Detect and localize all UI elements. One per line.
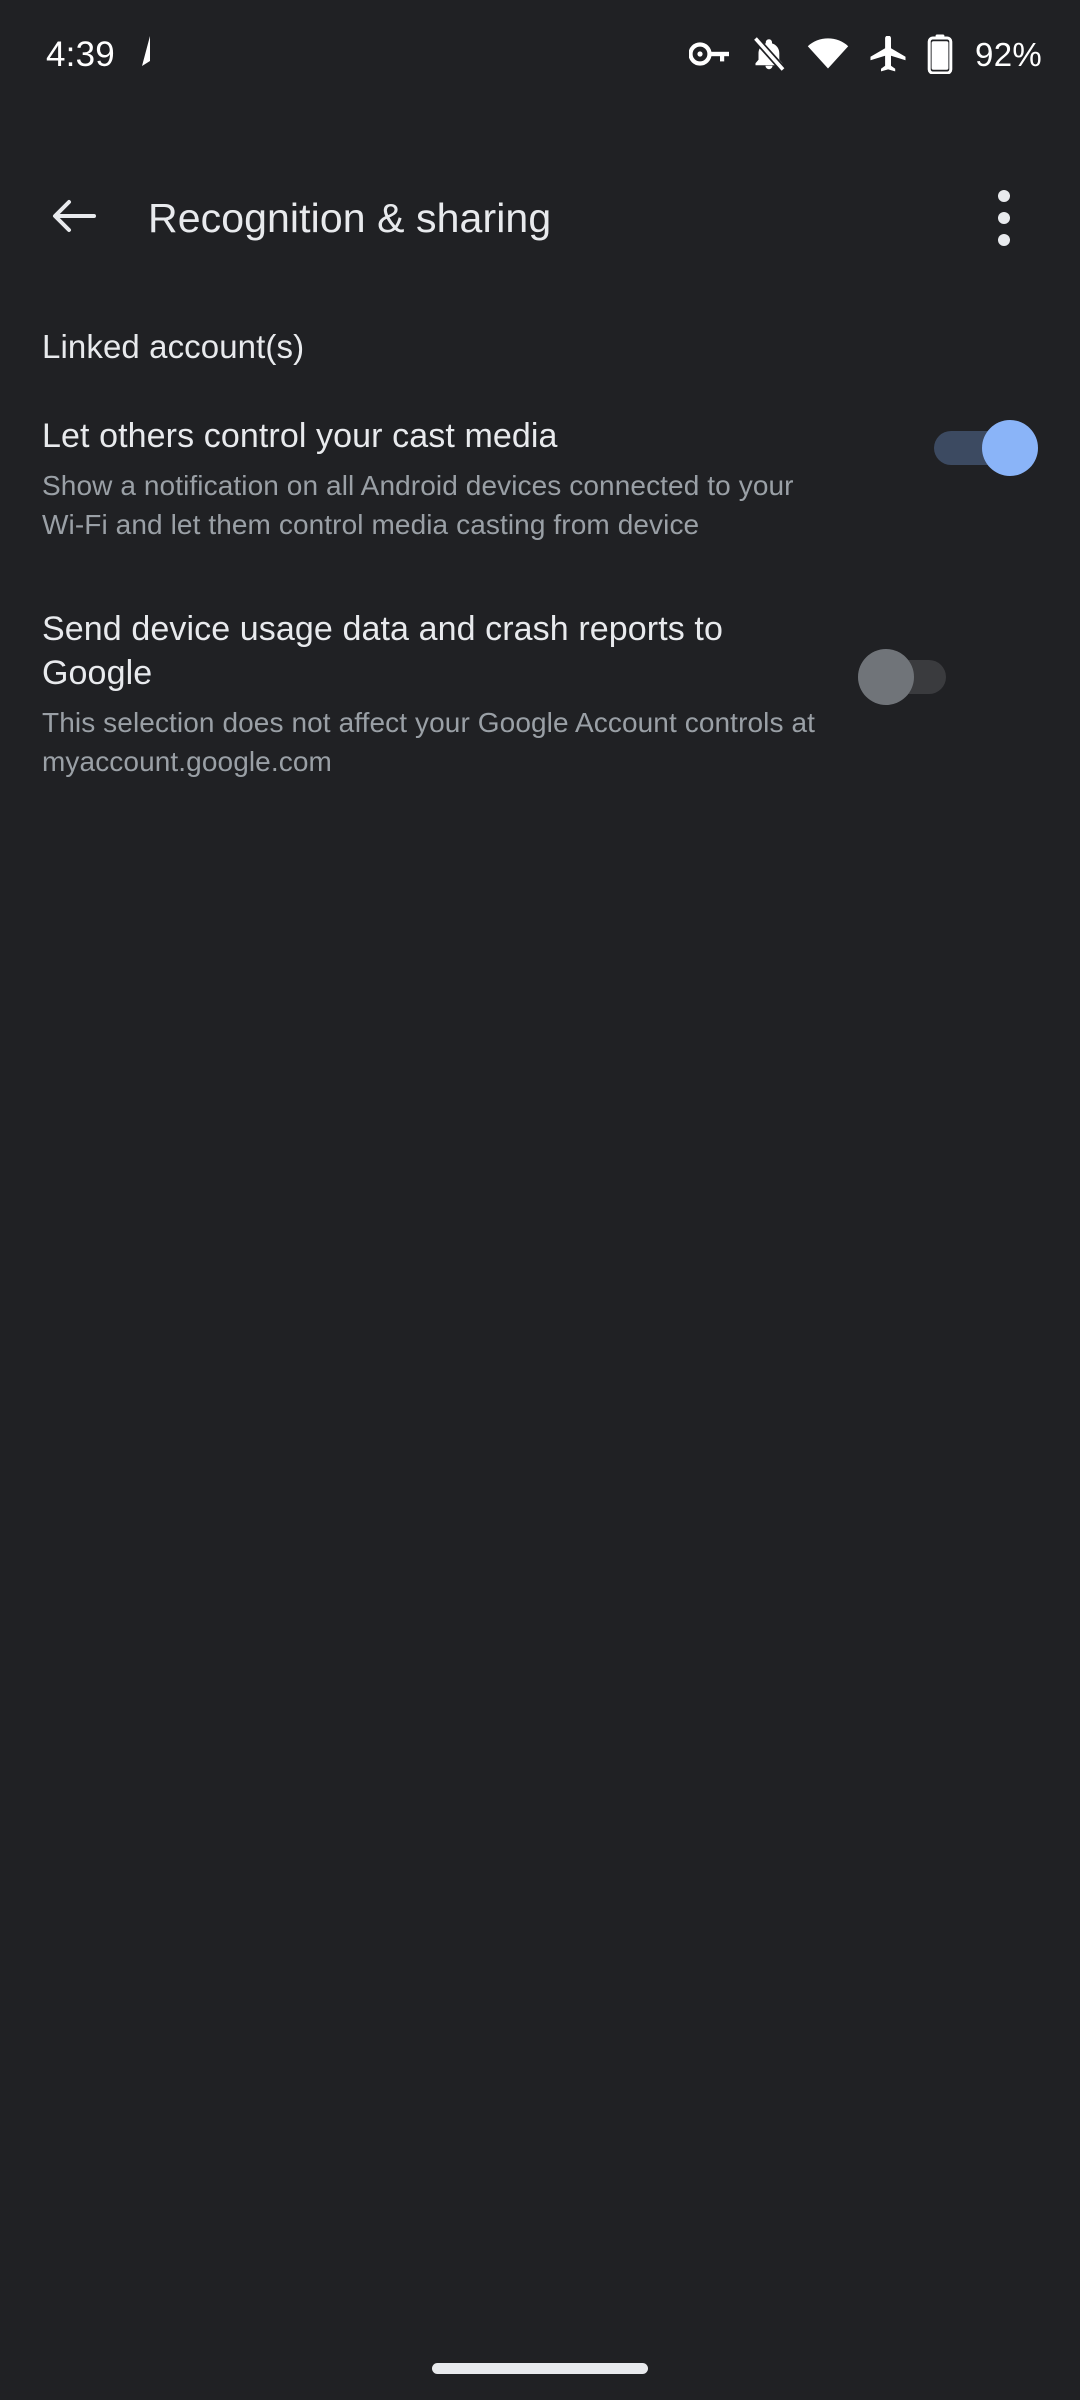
wifi-icon [807,38,849,70]
preference-text-group: Send device usage data and crash reports… [42,607,858,782]
switch-thumb [982,420,1038,476]
status-bar-left: 4:39 [46,35,163,74]
preference-title: Let others control your cast media [42,417,558,455]
battery-icon [927,34,953,74]
status-bar-clock: 4:39 [46,34,115,74]
settings-content: Linked account(s) Let others control you… [0,300,1080,781]
switch-thumb [858,648,914,705]
battery-percentage: 92% [975,35,1042,73]
toggle-switch-cast-media[interactable] [934,420,1038,476]
home-gesture-pill[interactable] [432,2363,648,2374]
status-bar-right: 92% [689,34,1042,74]
more-vert-icon [998,212,1010,224]
preference-title: Send device usage data and crash reports… [42,609,723,692]
notifications-off-icon [751,35,787,73]
section-header-linked-accounts: Linked account(s) [42,328,305,365]
more-vert-icon [998,190,1010,202]
preference-row-cast-media[interactable]: Let others control your cast media Show … [0,366,1080,545]
airplane-mode-icon [869,36,907,72]
toggle-switch-usage-data[interactable] [858,648,962,705]
vpn-key-icon [689,39,731,69]
back-button[interactable] [24,168,124,268]
preference-summary: This selection does not affect your Goog… [42,706,816,778]
preference-row-usage-data[interactable]: Send device usage data and crash reports… [0,545,1080,782]
preference-summary: Show a notification on all Android devic… [42,470,794,541]
overflow-menu-button[interactable] [954,168,1054,268]
app-bar: Recognition & sharing [0,160,1080,276]
more-vert-icon [998,234,1010,246]
arrow-back-icon [50,194,98,243]
preference-text-group: Let others control your cast media Show … [42,414,934,545]
status-bar: 4:39 92% [0,0,1080,108]
navigation-arrow-icon [137,35,163,74]
page-title: Recognition & sharing [148,194,552,241]
